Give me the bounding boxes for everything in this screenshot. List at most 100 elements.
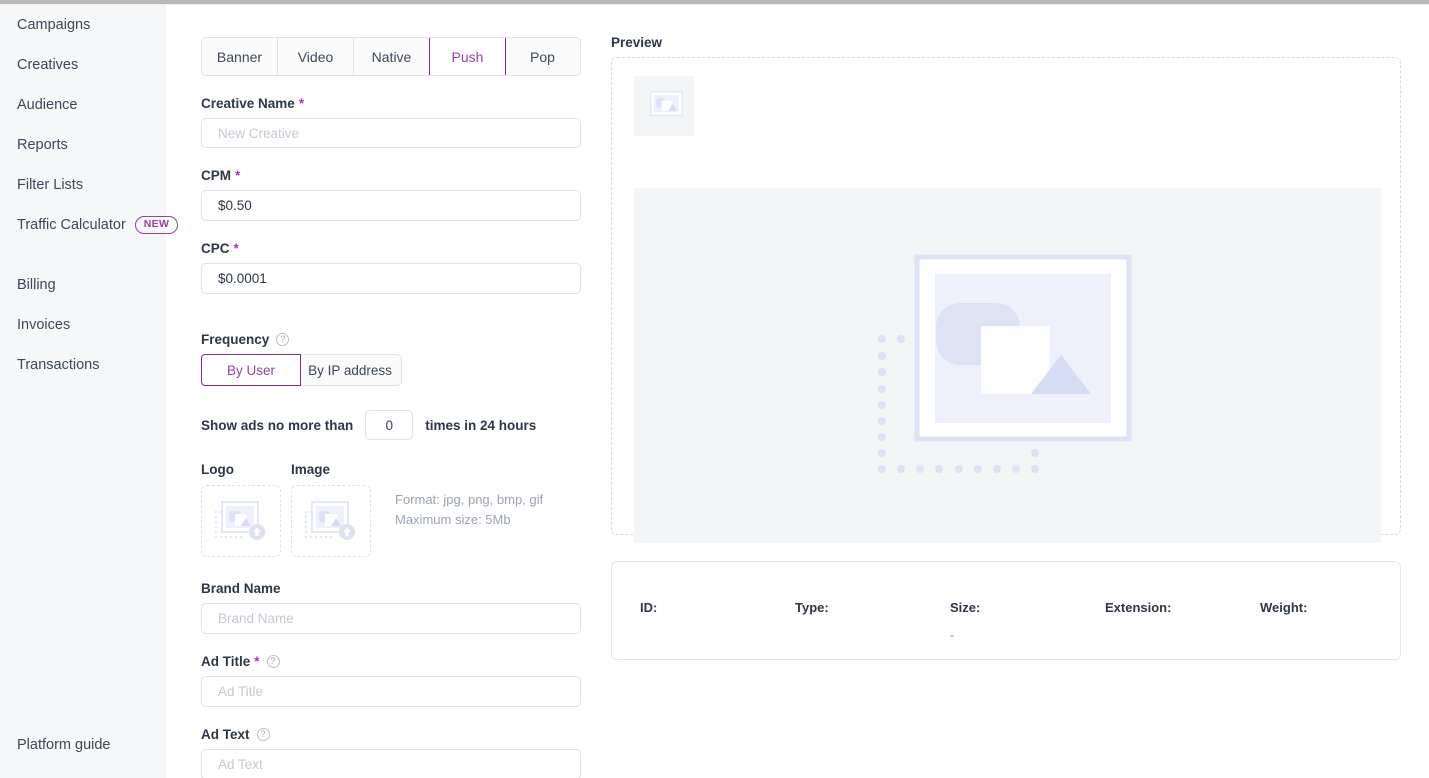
sidebar-item-label: Audience [17, 97, 78, 113]
preview-image-area [634, 188, 1381, 543]
ad-text-label: Ad Text ? [201, 727, 601, 742]
image-upload-block: Image [291, 462, 371, 557]
image-placeholder-icon [877, 254, 1131, 473]
frequency-toggle-group: By User By IP address [201, 354, 402, 386]
sidebar-item-audience[interactable]: Audience [0, 85, 166, 125]
required-marker: * [298, 96, 305, 111]
required-marker: * [254, 654, 260, 669]
required-marker: * [233, 241, 239, 256]
sidebar-item-label: Transactions [17, 357, 100, 373]
creative-editor-page: Campaigns Creatives Audience Reports Fil… [0, 0, 1429, 778]
metadata-type: Type: [795, 600, 950, 642]
platform-guide-link[interactable]: Platform guide [17, 737, 111, 753]
question-circle-icon[interactable]: ? [266, 655, 280, 668]
sidebar-item-creatives[interactable]: Creatives [0, 45, 166, 85]
image-placeholder-icon [644, 91, 683, 118]
scrollbar-thumb[interactable] [0, 0, 1429, 4]
sidebar-item-label: Billing [17, 277, 56, 293]
sidebar-item-filter-lists[interactable]: Filter Lists [0, 165, 166, 205]
upload-format-note: Format: jpg, png, bmp, gif [395, 492, 544, 507]
frequency-label: Frequency ? [201, 332, 601, 347]
logo-upload-block: Logo [201, 462, 281, 557]
cpm-label: CPM * [201, 168, 601, 183]
creative-form: Banner Video Native Push Pop Creative Na… [201, 5, 601, 778]
label-text: Brand Name [201, 581, 281, 596]
frequency-limit-prefix: Show ads no more than [201, 417, 354, 433]
label-text: Creative Name [201, 96, 295, 111]
sidebar-item-transactions[interactable]: Transactions [0, 345, 166, 385]
frequency-option-label: By User [226, 362, 275, 378]
creative-name-input[interactable] [201, 118, 581, 148]
cpc-input[interactable] [201, 263, 581, 294]
upload-row: Logo Image Format: jpg, png, bmp, gif Ma… [201, 462, 601, 557]
metadata-label: Extension: [1105, 600, 1172, 615]
label-text: CPM [201, 168, 231, 183]
sidebar-item-reports[interactable]: Reports [0, 125, 166, 165]
new-badge: NEW [134, 216, 179, 234]
sidebar-item-label: Invoices [17, 317, 71, 333]
question-circle-icon[interactable]: ? [276, 333, 290, 346]
label-text: Ad Text [201, 727, 250, 742]
creative-type-tabs: Banner Video Native Push Pop [201, 37, 581, 76]
brand-name-input[interactable] [201, 603, 581, 634]
label-text: Frequency [201, 332, 270, 347]
frequency-by-user-button[interactable]: By User [201, 354, 301, 386]
brand-name-label: Brand Name [201, 581, 601, 596]
metadata-row: ID: Type: Size: - Extension: Weight: [640, 600, 1415, 642]
metadata-value: - [950, 628, 954, 642]
frequency-limit-input[interactable] [365, 410, 414, 440]
frequency-limit-suffix: times in 24 hours [425, 417, 537, 433]
sidebar-item-invoices[interactable]: Invoices [0, 305, 166, 345]
upload-size-note: Maximum size: 5Mb [395, 512, 511, 527]
label-text: CPC [201, 241, 230, 256]
question-circle-icon[interactable]: ? [256, 728, 270, 741]
frequency-option-label: By IP address [308, 362, 392, 378]
creative-metadata-card: ID: Type: Size: - Extension: Weight: [611, 561, 1401, 660]
preview-column: Preview ID: Type: Size: - Extension: Wei… [611, 5, 1411, 660]
tab-pop[interactable]: Pop [505, 38, 580, 75]
tab-banner[interactable]: Banner [202, 38, 278, 75]
tab-label: Push [451, 48, 484, 65]
logo-upload-dropzone[interactable] [201, 485, 281, 557]
sidebar-item-label: Filter Lists [17, 177, 84, 193]
sidebar: Campaigns Creatives Audience Reports Fil… [0, 5, 179, 778]
creative-name-label: Creative Name * [201, 96, 601, 111]
tab-label: Pop [530, 48, 555, 65]
upload-requirements: Format: jpg, png, bmp, gif Maximum size:… [395, 462, 543, 530]
sidebar-item-label: Creatives [17, 57, 79, 73]
image-upload-icon [304, 501, 355, 540]
frequency-limit-row: Show ads no more than times in 24 hours [201, 410, 601, 440]
image-upload-dropzone[interactable] [291, 485, 371, 557]
tab-video[interactable]: Video [278, 38, 354, 75]
sidebar-item-label: Campaigns [17, 17, 91, 33]
label-text: Ad Title [201, 654, 251, 669]
tab-label: Video [297, 48, 334, 65]
preview-logo-thumbnail [634, 76, 694, 136]
sidebar-item-traffic-calculator[interactable]: Traffic Calculator NEW [0, 205, 179, 245]
ad-text-input[interactable] [201, 749, 581, 778]
tab-native[interactable]: Native [354, 38, 430, 75]
tab-label: Banner [216, 48, 263, 65]
tab-label: Native [371, 48, 412, 65]
metadata-label: Weight: [1260, 600, 1308, 615]
sidebar-nav: Campaigns Creatives Audience Reports Fil… [0, 5, 179, 385]
ad-title-input[interactable] [201, 676, 581, 707]
preview-panel [611, 57, 1401, 543]
image-upload-label: Image [291, 462, 331, 477]
preview-title: Preview [611, 35, 663, 50]
metadata-label: Size: [950, 600, 981, 615]
metadata-size: Size: - [950, 600, 1105, 642]
metadata-label: ID: [640, 600, 658, 615]
sidebar-item-campaigns[interactable]: Campaigns [0, 5, 166, 45]
ad-title-label: Ad Title * ? [201, 654, 601, 669]
metadata-weight: Weight: [1260, 600, 1415, 642]
cpm-input[interactable] [201, 190, 581, 221]
sidebar-item-label: Reports [17, 137, 68, 153]
sidebar-item-label: Traffic Calculator [17, 217, 126, 233]
sidebar-item-billing[interactable]: Billing [0, 265, 166, 305]
tab-push[interactable]: Push [429, 38, 506, 75]
metadata-extension: Extension: [1105, 600, 1260, 642]
logo-upload-label: Logo [201, 462, 234, 477]
required-marker: * [235, 168, 241, 183]
frequency-by-ip-button[interactable]: By IP address [300, 355, 400, 385]
